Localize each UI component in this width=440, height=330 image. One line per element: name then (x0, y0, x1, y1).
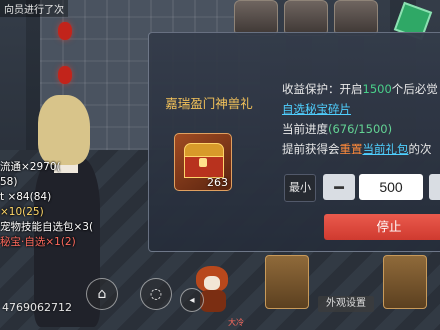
home-icon[interactable]: ⌂ (86, 278, 118, 310)
hint-prefix: 提前获得会 (282, 142, 340, 156)
progress-line: 当前进度(676/1500) (282, 121, 392, 137)
stop-button[interactable]: 停止 (324, 214, 440, 240)
chat-line: 秘宝·自选×1(2) (0, 236, 76, 248)
protection-line: 收益保护：开启1500个后必觉 (282, 81, 438, 97)
increase-button[interactable]: ━ (429, 174, 440, 200)
item-count: 263 (207, 176, 228, 189)
protection-prefix: 收益保护：开启 (282, 82, 363, 96)
lantern-icon (58, 22, 72, 40)
hint-link[interactable]: 当前礼包 (363, 142, 409, 156)
decrease-button[interactable]: ━ (323, 174, 355, 200)
system-message: 向员进行了次 (0, 0, 68, 17)
hint-suffix: 的次 (408, 142, 432, 156)
reward-link-line: 自选秘宝碎片 (282, 101, 351, 117)
chat-line: ×10(25) (0, 206, 44, 218)
item-tile[interactable] (265, 255, 309, 309)
gift-dialog: 嘉瑞盈门神兽礼 263 收益保护：开启1500个后必觉 自选秘宝碎片 当前进度(… (148, 32, 440, 252)
chat-line: 58) (0, 176, 18, 188)
bell-item-icon[interactable] (234, 0, 278, 36)
min-button[interactable]: 最小 (284, 174, 316, 202)
bottom-tiles (265, 255, 440, 330)
treasure-chest-slot[interactable]: 263 (174, 133, 232, 191)
protection-suffix: 个后必觉 (391, 82, 438, 96)
reward-link[interactable]: 自选秘宝碎片 (282, 102, 351, 116)
bag-icon[interactable]: ◌ (140, 278, 172, 310)
protection-value: 1500 (362, 82, 392, 96)
fox-face (204, 276, 220, 290)
dialog-title: 嘉瑞盈门神兽礼 (165, 96, 253, 111)
volume-icon[interactable]: ◂ (180, 288, 204, 312)
chat-log[interactable]: 流通×2970( 58) t ×84(84) ×10(25) 宠物技能自选包×3… (0, 160, 110, 250)
minus-icon: ━ (334, 177, 344, 197)
player-uid: 4769062712 (2, 301, 72, 314)
chat-line: t ×84(84) (0, 191, 52, 203)
appearance-settings-button[interactable]: 外观设置 (318, 296, 374, 312)
quantity-input[interactable] (359, 174, 423, 200)
ring-item-icon[interactable] (284, 0, 328, 36)
chest-item-icon[interactable] (334, 0, 378, 36)
hint-highlight: 重置 (339, 142, 363, 156)
status-chip: 大冷 (228, 318, 244, 327)
chest-lock-icon (199, 158, 207, 167)
hint-line: 提前获得会重置当前礼包的次 (282, 141, 432, 157)
chat-line: 宠物技能自选包×3( (0, 221, 94, 233)
progress-prefix: 当前进度 (282, 122, 328, 136)
chat-line: 流通×2970( (0, 161, 61, 173)
character-hair (38, 95, 90, 165)
lantern-icon (58, 66, 72, 84)
item-tile[interactable] (383, 255, 427, 309)
progress-value: (676/1500) (328, 122, 393, 136)
